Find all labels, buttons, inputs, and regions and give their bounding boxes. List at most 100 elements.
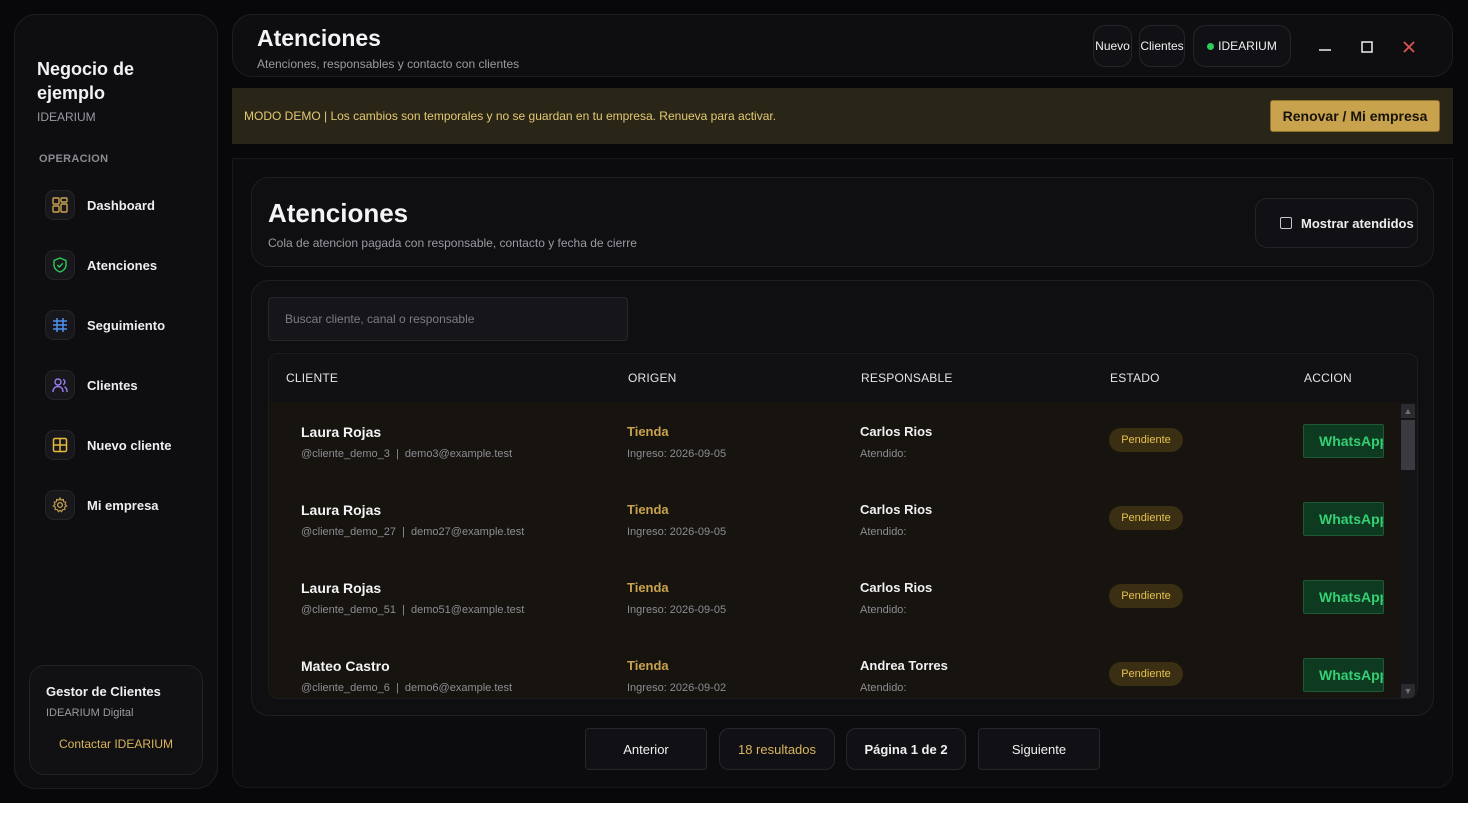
dashboard-icon (45, 190, 75, 220)
sidebar-item-label: Mi empresa (87, 497, 159, 513)
add-grid-icon (45, 430, 75, 460)
intake-date: Ingreso: 2026-09-05 (627, 526, 727, 538)
page-title: Atenciones (257, 25, 381, 51)
brand-title: Negocio de ejemplo (37, 59, 135, 103)
search-input[interactable] (268, 297, 628, 341)
status-badge: Pendiente (1109, 662, 1183, 686)
table-scrollbar[interactable]: ▲ ▼ (1399, 402, 1417, 698)
scroll-down-icon[interactable]: ▼ (1401, 684, 1415, 698)
intake-date: Ingreso: 2026-09-05 (627, 604, 727, 616)
attended-date: Atendido: (860, 448, 907, 460)
table-row: Laura Rojas @cliente_demo_51 | demo51@ex… (269, 558, 1399, 636)
maximize-icon[interactable] (1355, 35, 1379, 59)
attended-date: Atendido: (860, 526, 907, 538)
sidebar-item-dashboard[interactable]: Dashboard (45, 188, 205, 222)
client-name: Laura Rojas (301, 502, 382, 518)
company-status-badge[interactable]: IDEARIUM (1193, 25, 1291, 67)
gear-icon (45, 490, 75, 520)
demo-mode-text: MODO DEMO | Los cambios son temporales y… (244, 109, 777, 123)
origin-channel: Tienda (627, 424, 669, 439)
sidebar-item-atenciones[interactable]: Atenciones (45, 248, 205, 282)
section-subtitle: Cola de atencion pagada con responsable,… (268, 236, 637, 250)
client-name: Laura Rojas (301, 424, 382, 440)
sidebar-item-label: Clientes (87, 377, 138, 393)
section-label-operacion: OPERACION (39, 153, 109, 165)
app-info-card: Gestor de Clientes IDEARIUM Digital Cont… (29, 665, 203, 775)
sidebar-item-nuevo-cliente[interactable]: Nuevo cliente (45, 428, 205, 462)
responsible-name: Carlos Rios (860, 424, 933, 439)
show-attended-label: Mostrar atendidos (1301, 215, 1414, 231)
status-badge: Pendiente (1109, 584, 1183, 608)
clientes-button[interactable]: Clientes (1139, 25, 1185, 67)
responsible-name: Andrea Torres (860, 658, 948, 673)
table-grid-icon (45, 310, 75, 340)
app-info-subtitle: IDEARIUM Digital (46, 707, 134, 719)
show-attended-checkbox[interactable] (1280, 217, 1292, 229)
column-header-cliente: CLIENTE (286, 371, 339, 385)
column-header-estado: ESTADO (1110, 371, 1160, 385)
sidebar-item-label: Nuevo cliente (87, 437, 172, 453)
client-name: Mateo Castro (301, 658, 390, 674)
origin-channel: Tienda (627, 502, 669, 517)
shield-check-icon (45, 250, 75, 280)
minimize-icon[interactable] (1313, 35, 1337, 59)
attended-date: Atendido: (860, 604, 907, 616)
renew-button[interactable]: Renovar / Mi empresa (1270, 100, 1440, 132)
sidebar-item-mi-empresa[interactable]: Mi empresa (45, 488, 205, 522)
intake-date: Ingreso: 2026-09-05 (627, 448, 727, 460)
sidebar-item-label: Dashboard (87, 197, 155, 213)
section-title: Atenciones (268, 198, 409, 228)
show-attended-toggle[interactable]: Mostrar atendidos (1255, 198, 1418, 248)
company-status-label: IDEARIUM (1218, 39, 1277, 53)
origin-channel: Tienda (627, 658, 669, 673)
previous-page-button[interactable]: Anterior (585, 728, 707, 770)
column-header-origen: ORIGEN (628, 371, 677, 385)
client-contact: @cliente_demo_3 | demo3@example.test (301, 448, 513, 460)
status-badge: Pendiente (1109, 506, 1183, 530)
attended-date: Atendido: (860, 682, 907, 694)
top-bar: Atenciones Atenciones, responsables y co… (232, 14, 1453, 77)
sidebar-item-seguimiento[interactable]: Seguimiento (45, 308, 205, 342)
attentions-table: CLIENTE ORIGEN RESPONSABLE ESTADO ACCION… (268, 353, 1418, 699)
scrollbar-thumb[interactable] (1401, 420, 1415, 470)
responsible-name: Carlos Rios (860, 502, 933, 517)
brand-subtitle: IDEARIUM (37, 110, 96, 124)
close-icon[interactable] (1397, 35, 1421, 59)
table-header: CLIENTE ORIGEN RESPONSABLE ESTADO ACCION (269, 354, 1399, 402)
sidebar: Negocio de ejemplo IDEARIUM OPERACION Da… (14, 14, 218, 789)
table-row: Mateo Castro @cliente_demo_6 | demo6@exa… (269, 636, 1399, 698)
client-name: Laura Rojas (301, 580, 382, 596)
intake-date: Ingreso: 2026-09-02 (627, 682, 727, 694)
online-status-icon (1207, 42, 1215, 50)
sidebar-item-label: Atenciones (87, 257, 158, 273)
sidebar-item-label: Seguimiento (87, 317, 166, 333)
sidebar-item-clientes[interactable]: Clientes (45, 368, 205, 402)
attentions-table-card: CLIENTE ORIGEN RESPONSABLE ESTADO ACCION… (251, 280, 1434, 716)
demo-mode-banner: MODO DEMO | Los cambios son temporales y… (232, 88, 1453, 144)
nuevo-button[interactable]: Nuevo (1093, 25, 1132, 67)
whatsapp-button[interactable]: WhatsApp (1303, 658, 1384, 692)
whatsapp-button[interactable]: WhatsApp (1303, 580, 1384, 614)
next-page-button[interactable]: Siguiente (978, 728, 1100, 770)
table-body: Laura Rojas @cliente_demo_3 | demo3@exam… (269, 402, 1399, 698)
client-contact: @cliente_demo_6 | demo6@example.test (301, 682, 513, 694)
scroll-up-icon[interactable]: ▲ (1401, 404, 1415, 418)
app-window: Negocio de ejemplo IDEARIUM OPERACION Da… (0, 0, 1468, 803)
page-indicator: Página 1 de 2 (846, 728, 966, 770)
table-row: Laura Rojas @cliente_demo_27 | demo27@ex… (269, 480, 1399, 558)
page-subtitle: Atenciones, responsables y contacto con … (257, 57, 520, 71)
origin-channel: Tienda (627, 580, 669, 595)
column-header-accion: ACCION (1304, 371, 1352, 385)
column-header-responsable: RESPONSABLE (861, 371, 953, 385)
table-row: Laura Rojas @cliente_demo_3 | demo3@exam… (269, 402, 1399, 480)
whatsapp-button[interactable]: WhatsApp (1303, 424, 1384, 458)
whatsapp-button[interactable]: WhatsApp (1303, 502, 1384, 536)
app-info-title: Gestor de Clientes (46, 684, 161, 699)
users-icon (45, 370, 75, 400)
client-contact: @cliente_demo_51 | demo51@example.test (301, 604, 525, 616)
contact-link[interactable]: Contactar IDEARIUM (30, 737, 202, 751)
results-count: 18 resultados (719, 728, 835, 770)
client-contact: @cliente_demo_27 | demo27@example.test (301, 526, 525, 538)
status-badge: Pendiente (1109, 428, 1183, 452)
section-header-card: Atenciones Cola de atencion pagada con r… (251, 177, 1434, 267)
